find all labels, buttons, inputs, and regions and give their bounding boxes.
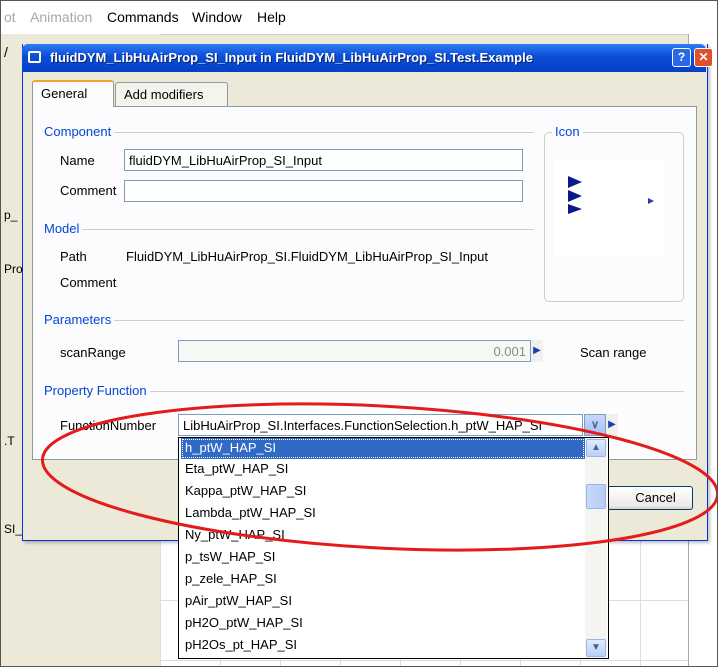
group-divider (44, 320, 684, 321)
scanrange-menu-arrow-icon[interactable]: ▶ (531, 340, 543, 362)
component-icon-preview (554, 160, 664, 256)
bg-fragment: / (4, 44, 8, 60)
list-item[interactable]: pH2Os_pt_HAP_SI (181, 635, 585, 656)
group-divider (44, 229, 534, 230)
list-item[interactable]: p_zele_HAP_SI (181, 569, 585, 590)
window-icon (28, 51, 41, 63)
list-item[interactable]: p_tsW_HAP_SI (181, 547, 585, 568)
list-item[interactable]: Ny_ptW_HAP_SI (181, 525, 585, 546)
function-number-label: FunctionNumber (60, 418, 157, 433)
param-name-scanrange: scanRange (60, 345, 126, 360)
list-item[interactable]: Eta_ptW_HAP_SI (181, 459, 585, 480)
path-value: FluidDYM_LibHuAirProp_SI.FluidDYM_LibHuA… (126, 249, 489, 264)
function-number-select[interactable]: LibHuAirProp_SI.Interfaces.FunctionSelec… (178, 414, 583, 436)
cancel-button[interactable]: Cancel (600, 486, 693, 510)
scanrange-input[interactable]: 0.001 (178, 340, 531, 362)
menu-item-plot[interactable]: ot (4, 9, 16, 25)
list-item[interactable]: Kappa_ptW_HAP_SI (181, 481, 585, 502)
group-label-model: Model (44, 221, 83, 236)
help-button[interactable]: ? (672, 48, 691, 67)
dialog-title: fluidDYM_LibHuAirProp_SI_Input in FluidD… (50, 50, 533, 65)
dialog-titlebar[interactable]: fluidDYM_LibHuAirProp_SI_Input in FluidD… (22, 44, 713, 72)
list-item[interactable]: pH2O_ptW_HAP_SI (181, 613, 585, 634)
bg-fragment: Pro (4, 262, 23, 276)
group-label-icon: Icon (552, 124, 583, 139)
group-divider (44, 132, 534, 133)
menu-item-window[interactable]: Window (192, 9, 242, 25)
list-item[interactable]: Lambda_ptW_HAP_SI (181, 503, 585, 524)
tab-general[interactable]: General (32, 80, 114, 107)
function-menu-arrow-icon[interactable]: ▶ (606, 414, 618, 436)
scroll-up-icon[interactable]: ▲ (586, 439, 606, 457)
output-port-icon (648, 198, 654, 204)
list-item[interactable]: h_ptW_HAP_SI (181, 438, 585, 459)
scroll-thumb[interactable] (586, 484, 606, 509)
list-item[interactable]: pAir_ptW_HAP_SI (181, 591, 585, 612)
comment-field[interactable] (124, 180, 523, 202)
comment-label: Comment (60, 183, 117, 198)
menu-bar: ot Animation Commands Window Help (0, 0, 718, 35)
close-button[interactable]: ✕ (694, 48, 713, 67)
list-scrollbar[interactable] (585, 438, 607, 658)
name-label: Name (60, 153, 95, 168)
name-field[interactable]: fluidDYM_LibHuAirProp_SI_Input (124, 149, 523, 171)
chevron-down-icon[interactable]: ∨ (584, 414, 606, 436)
bg-fragment: .T (4, 434, 15, 448)
path-label: Path (60, 249, 87, 264)
menu-item-help[interactable]: Help (257, 9, 286, 25)
tab-add-modifiers[interactable]: Add modifiers (115, 82, 228, 106)
menu-item-commands[interactable]: Commands (107, 9, 179, 25)
model-comment-label: Comment (60, 275, 117, 290)
scroll-down-icon[interactable]: ▼ (586, 639, 606, 657)
port-icon (568, 190, 582, 202)
scanrange-description: Scan range (580, 345, 647, 360)
port-icon (568, 176, 582, 188)
menu-item-animation[interactable]: Animation (30, 9, 92, 25)
group-label-property-function: Property Function (44, 383, 150, 398)
group-label-component: Component (44, 124, 115, 139)
port-icon (568, 204, 582, 214)
group-label-parameters: Parameters (44, 312, 115, 327)
bg-fragment: p_ (4, 208, 18, 222)
